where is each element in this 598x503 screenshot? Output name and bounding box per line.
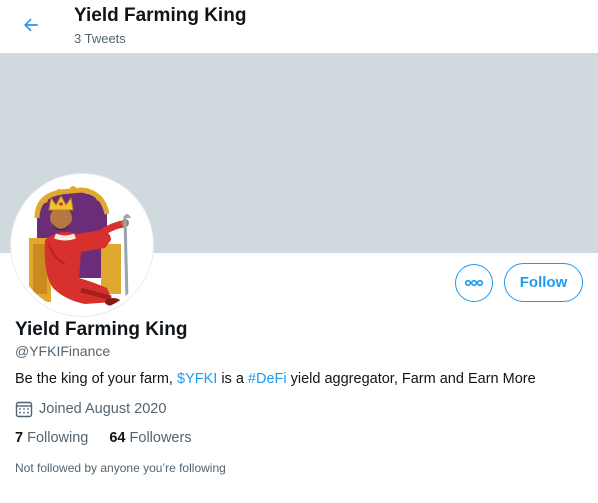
not-followed-note: Not followed by anyone you’re following: [15, 461, 226, 475]
calendar-icon: [15, 400, 33, 418]
header-title: Yield Farming King: [74, 5, 247, 26]
cashtag-link[interactable]: $YFKI: [177, 371, 217, 387]
arrow-left-icon: [21, 15, 41, 40]
profile-bio: Be the king of your farm, $YFKI is a #De…: [15, 371, 536, 387]
avatar[interactable]: [11, 174, 153, 316]
back-button[interactable]: [14, 10, 48, 44]
followers-count: 64: [109, 430, 126, 446]
profile-handle: @YFKIFinance: [15, 343, 111, 359]
king-on-throne-illustration: [15, 178, 149, 312]
follow-stats: 7 Following 64 Followers: [15, 430, 213, 446]
bio-text: Be the king of your farm,: [15, 371, 177, 387]
following-label: Following: [27, 430, 89, 446]
profile-header: Yield Farming King 3 Tweets: [0, 0, 598, 53]
joined-text: Joined August 2020: [39, 401, 167, 417]
more-horizontal-icon: [464, 274, 484, 292]
hashtag-link[interactable]: #DeFi: [248, 371, 287, 387]
bio-text: yield aggregator, Farm and Earn More: [286, 371, 536, 387]
more-options-button[interactable]: [455, 264, 493, 302]
tweet-count: 3 Tweets: [74, 31, 126, 46]
follow-button[interactable]: Follow: [504, 263, 583, 302]
followers-link[interactable]: 64 Followers: [109, 430, 191, 446]
following-count: 7: [15, 430, 24, 446]
profile-name: Yield Farming King: [15, 319, 188, 340]
joined-date: Joined August 2020: [15, 400, 166, 418]
bio-text: is a: [217, 371, 248, 387]
following-link[interactable]: 7 Following: [15, 430, 88, 446]
followers-label: Followers: [129, 430, 192, 446]
